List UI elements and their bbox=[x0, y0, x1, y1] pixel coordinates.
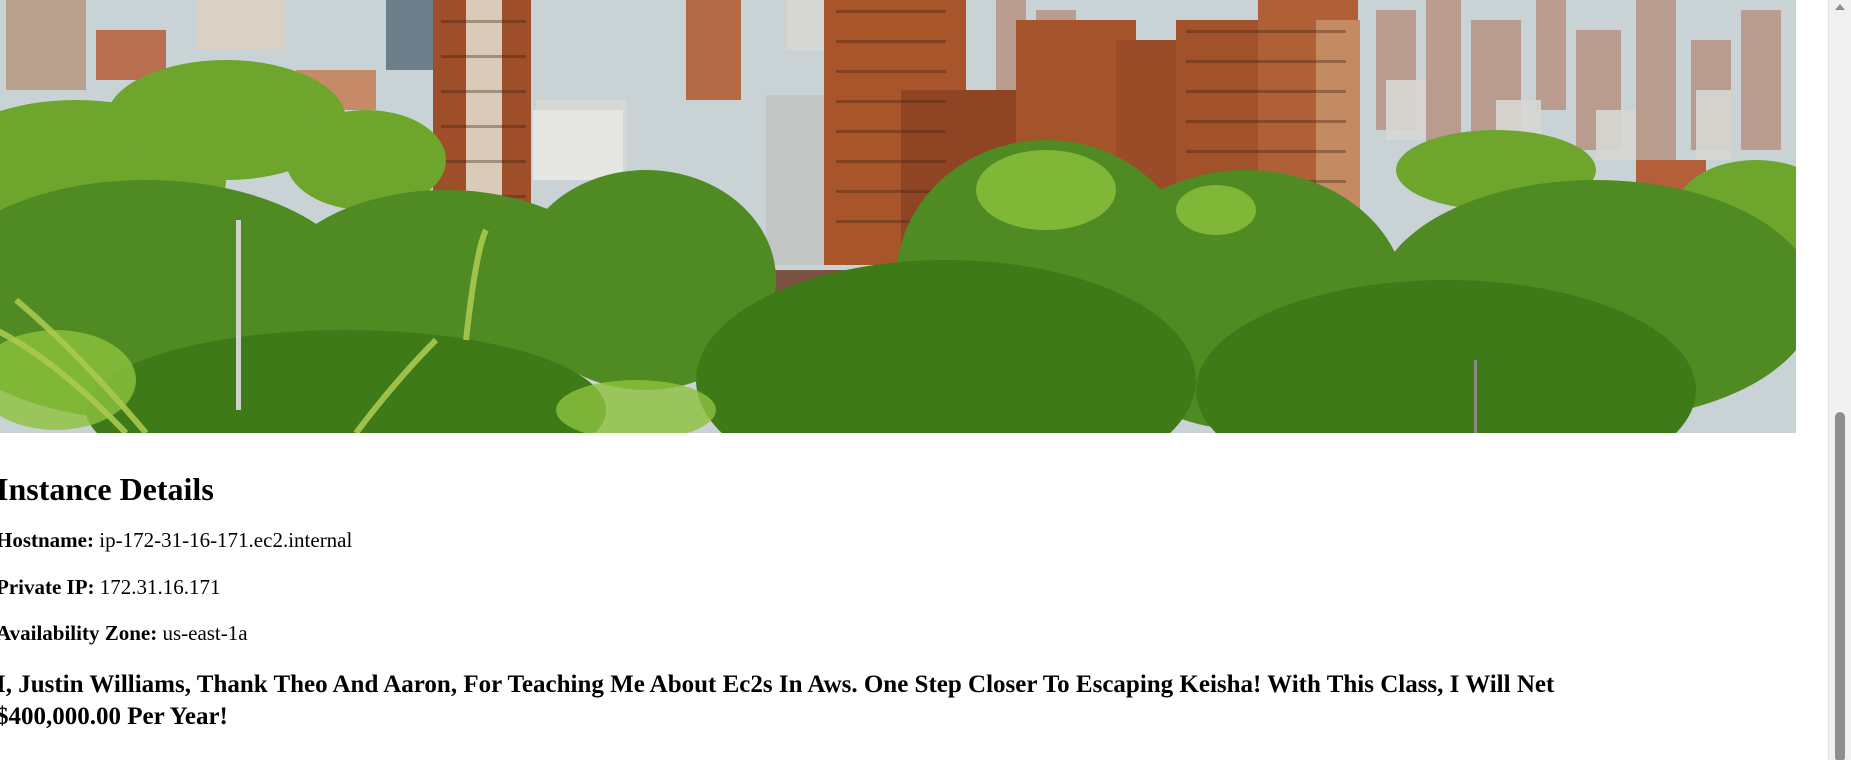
hostname-row: Hostname: ip-172-31-16-171.ec2.internal bbox=[0, 527, 1826, 554]
thank-you-message: I, Justin Williams, Thank Theo And Aaron… bbox=[0, 669, 1796, 733]
private-ip-row: Private IP: 172.31.16.171 bbox=[0, 574, 1826, 601]
hero-image bbox=[0, 0, 1796, 433]
instance-details-heading: Instance Details bbox=[0, 471, 214, 507]
availability-zone-value: us-east-1a bbox=[162, 620, 248, 645]
page-content: Instance Details Hostname: ip-172-31-16-… bbox=[0, 0, 1826, 733]
hostname-label: Hostname: bbox=[0, 528, 94, 553]
thank-you-line-1: I, Justin Williams, Thank Theo And Aaron… bbox=[0, 671, 1555, 699]
vertical-scrollbar[interactable] bbox=[1828, 0, 1851, 760]
private-ip-value: 172.31.16.171 bbox=[99, 574, 221, 599]
hostname-value: ip-172-31-16-171.ec2.internal bbox=[99, 528, 353, 553]
scrollbar-thumb[interactable] bbox=[1835, 412, 1845, 760]
private-ip-label: Private IP: bbox=[0, 574, 95, 599]
browser-viewport: Instance Details Hostname: ip-172-31-16-… bbox=[0, 0, 1851, 760]
city-skyline-illustration bbox=[0, 0, 1796, 433]
scroll-up-arrow-icon[interactable] bbox=[1835, 4, 1845, 10]
availability-zone-label: Availability Zone: bbox=[0, 620, 158, 645]
thank-you-line-2: $400,000.00 Per Year! bbox=[0, 703, 228, 731]
availability-zone-row: Availability Zone: us-east-1a bbox=[0, 620, 1826, 647]
